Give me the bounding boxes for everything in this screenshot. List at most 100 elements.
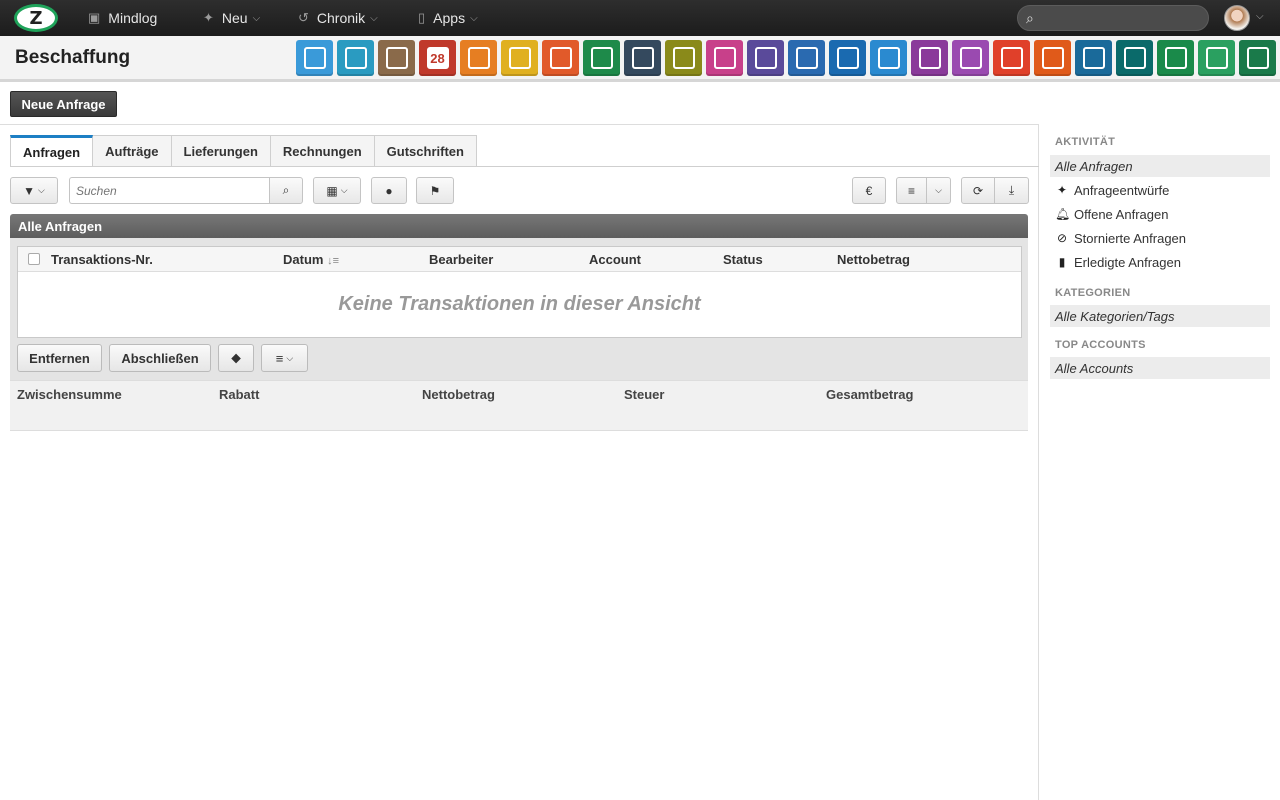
sidebar-item-cancelled[interactable]: ⊘ Stornierte Anfragen	[1055, 228, 1186, 248]
new-request-button[interactable]: Neue Anfrage	[10, 91, 117, 117]
cart-app-icon[interactable]	[1116, 40, 1153, 76]
app-logo[interactable]: Z	[14, 4, 58, 32]
deals-app-icon[interactable]	[952, 40, 989, 76]
panel-title: Alle Anfragen	[10, 214, 1028, 238]
column-account[interactable]: Account	[589, 252, 641, 267]
refresh-button[interactable]: ⟳	[961, 177, 995, 204]
list-view-button[interactable]: ≡	[896, 177, 927, 204]
tax-label: Steuer	[624, 387, 665, 402]
flag-filter-button[interactable]: ⚑	[416, 177, 454, 204]
user-icon: ●	[385, 183, 393, 198]
tab-anfragen[interactable]: Anfragen	[10, 135, 94, 167]
search-icon: ⌕	[282, 183, 290, 197]
chevron-down-icon: ⌵	[38, 185, 45, 195]
tab-lieferungen[interactable]: Lieferungen	[171, 135, 271, 167]
notes-icon	[590, 47, 613, 69]
mail-icon	[303, 47, 326, 69]
page-title: Beschaffung	[15, 47, 131, 68]
price-tag-app-icon[interactable]	[1198, 40, 1235, 76]
euro-icon: €	[865, 183, 873, 198]
user-avatar[interactable]	[1224, 5, 1250, 31]
filter-icon: ▼	[23, 183, 36, 198]
net-amount-label: Nettobetrag	[422, 387, 495, 402]
pdf-app-icon[interactable]	[993, 40, 1030, 76]
search-input[interactable]	[69, 177, 270, 204]
timer-app-icon[interactable]	[460, 40, 497, 76]
column-transaction-no[interactable]: Transaktions-Nr.	[51, 252, 153, 267]
calendar-app-icon[interactable]: 28	[419, 40, 456, 76]
contracts-app-icon[interactable]	[911, 40, 948, 76]
cash-app-icon[interactable]	[1157, 40, 1194, 76]
cashier-app-icon[interactable]	[706, 40, 743, 76]
contacts-icon	[385, 47, 408, 69]
cash-icon	[1164, 47, 1187, 69]
tab-gutschriften[interactable]: Gutschriften	[374, 135, 477, 167]
export-button[interactable]: ⤓	[994, 177, 1029, 204]
tab-auftraege[interactable]: Aufträge	[93, 135, 172, 167]
sidebar-item-all-requests[interactable]: Alle Anfragen	[1050, 155, 1270, 177]
sidebar-accounts-heading: TOP ACCOUNTS	[1055, 339, 1146, 351]
table-header: Transaktions-Nr. Datum ↓≡ Bearbeiter Acc…	[18, 247, 1021, 272]
nav-apps[interactable]: ▯ Apps ⌵	[418, 0, 478, 36]
sparkle-icon: ✦	[203, 10, 214, 25]
database-app-icon[interactable]	[1239, 40, 1276, 76]
column-date[interactable]: Datum ↓≡	[283, 252, 339, 267]
chevron-down-icon[interactable]: ⌵	[1256, 11, 1264, 22]
finance-icon	[754, 47, 777, 69]
subtotal-label: Zwischensumme	[17, 387, 122, 402]
sidebar-item-open[interactable]: 🔔︎ Offene Anfragen	[1055, 204, 1168, 224]
sidebar-item-completed[interactable]: ▮ Erledigte Anfragen	[1055, 252, 1181, 272]
shipping-app-icon[interactable]	[788, 40, 825, 76]
download-app-icon[interactable]	[1075, 40, 1112, 76]
bulk-menu-button[interactable]: ≡ ⌵	[261, 344, 308, 372]
select-all-checkbox[interactable]	[28, 253, 40, 265]
documents-app-icon[interactable]	[665, 40, 702, 76]
money-bag-app-icon[interactable]	[870, 40, 907, 76]
global-search-input[interactable]: ⌕	[1017, 5, 1209, 31]
nav-apps-label: Apps	[433, 10, 466, 26]
download-icon: ⤓	[1008, 183, 1015, 197]
search-button[interactable]: ⌕	[269, 177, 303, 204]
sidebar-item-all-accounts[interactable]: Alle Accounts	[1050, 357, 1270, 379]
timer-icon	[467, 47, 490, 69]
currency-button[interactable]: €	[852, 177, 886, 204]
support-app-icon[interactable]	[829, 40, 866, 76]
sparkle-icon: ✦	[1056, 183, 1068, 197]
finance-app-icon[interactable]	[747, 40, 784, 76]
tag-button[interactable]: ⬥	[218, 344, 254, 372]
nav-chronik[interactable]: ↺ Chronik ⌵	[298, 0, 378, 36]
sidebar-categories-heading: KATEGORIEN	[1055, 287, 1131, 299]
nav-mindlog[interactable]: ▣ Mindlog	[88, 0, 157, 36]
empty-state-message: Keine Transaktionen in dieser Ansicht	[338, 293, 701, 315]
broadcast-icon	[1041, 47, 1064, 69]
tasks-app-icon[interactable]	[501, 40, 538, 76]
column-assignee[interactable]: Bearbeiter	[429, 252, 493, 267]
nav-neu[interactable]: ✦ Neu ⌵	[203, 0, 260, 36]
mail-app-icon[interactable]	[296, 40, 333, 76]
monitor-icon: ▣	[88, 10, 101, 25]
bookmarks-icon	[631, 47, 654, 69]
projects-app-icon[interactable]	[542, 40, 579, 76]
column-net-amount[interactable]: Nettobetrag	[837, 252, 910, 267]
calendar-icon: ▦	[326, 183, 338, 198]
bookmarks-app-icon[interactable]	[624, 40, 661, 76]
chevron-down-icon: ⌵	[252, 12, 261, 24]
remove-button[interactable]: Entfernen	[17, 344, 102, 372]
broadcast-app-icon[interactable]	[1034, 40, 1071, 76]
tab-rechnungen[interactable]: Rechnungen	[270, 135, 375, 167]
date-filter-button[interactable]: ▦ ⌵	[313, 177, 361, 204]
notes-app-icon[interactable]	[583, 40, 620, 76]
filter-button[interactable]: ▼ ⌵	[10, 177, 58, 204]
contacts-app-icon[interactable]	[378, 40, 415, 76]
sidebar-item-all-categories[interactable]: Alle Kategorien/Tags	[1050, 305, 1270, 327]
assignee-filter-button[interactable]: ●	[371, 177, 407, 204]
top-navbar: Z ▣ Mindlog ✦ Neu ⌵ ↺ Chronik ⌵ ▯ Apps ⌵…	[0, 0, 1280, 36]
address-book-app-icon[interactable]	[337, 40, 374, 76]
nav-mindlog-label: Mindlog	[108, 10, 158, 26]
view-options-dropdown[interactable]: ⌵	[926, 177, 951, 204]
sidebar-item-drafts[interactable]: ✦ Anfrageentwürfe	[1055, 180, 1169, 200]
column-status[interactable]: Status	[723, 252, 763, 267]
history-icon: ↺	[298, 10, 309, 25]
complete-button[interactable]: Abschließen	[109, 344, 211, 372]
search-icon: ⌕	[1026, 10, 1034, 26]
